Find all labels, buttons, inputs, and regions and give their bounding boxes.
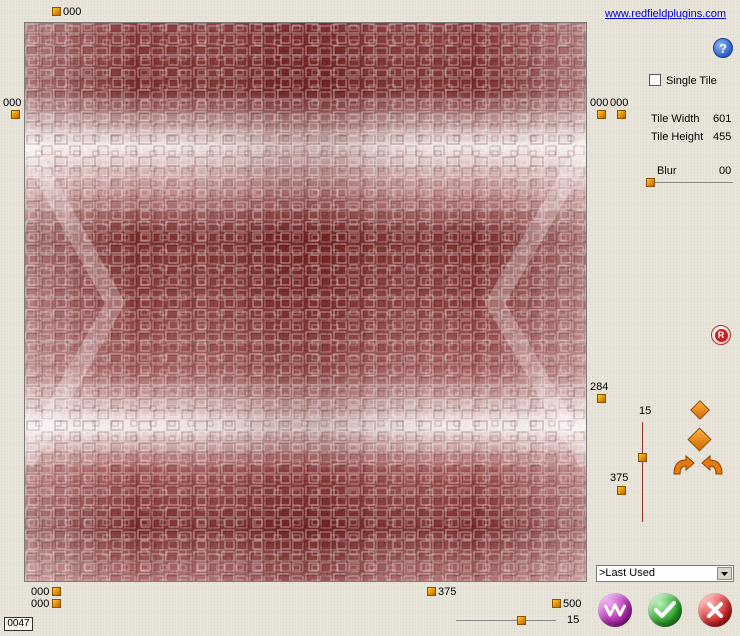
tile-height-label: Tile Height [651,131,704,143]
bottom-left-label-2: 000 [31,598,50,610]
right-offset-handle-2[interactable] [617,110,626,119]
bottom-right-label: 500 [563,598,582,610]
right-offset-label-1: 000 [590,97,609,109]
bottom-mid-handle[interactable] [427,587,436,596]
reset-button[interactable]: R [711,325,731,345]
question-icon: ? [719,40,727,56]
bottom-left-handle-2[interactable] [52,599,61,608]
ok-button[interactable] [648,593,682,627]
vertical-slider-track[interactable] [642,422,643,522]
left-offset-label: 000 [3,97,22,109]
right-mid-label: 284 [590,381,609,393]
redfield-link[interactable]: www.redfieldplugins.com [605,8,726,20]
bottom-slider-track[interactable] [456,620,556,621]
tile-width-value: 601 [713,113,732,125]
chevron-down-icon[interactable] [717,567,732,580]
single-tile-label: Single Tile [666,75,717,87]
bottom-slider-thumb[interactable] [517,616,526,625]
counter-display: 0047 [4,617,33,631]
left-offset-handle[interactable] [11,110,20,119]
dice-small-icon[interactable] [690,400,710,420]
vertical-slider-top-label: 15 [639,405,652,417]
right-mid-handle[interactable] [597,394,606,403]
preset-dropdown[interactable]: >Last Used [596,565,734,582]
close-icon [707,602,723,618]
right-offset-label-2: 000 [610,97,629,109]
plugin-menu-button[interactable] [598,593,632,627]
checkmark-icon [654,601,676,618]
help-button[interactable]: ? [713,38,733,58]
blur-label: Blur [657,165,677,177]
bottom-left-label-1: 000 [31,586,50,598]
zigzag-icon [604,603,626,617]
top-offset-label: 000 [63,6,82,18]
top-offset-handle[interactable] [52,7,61,16]
preset-selected: >Last Used [599,567,655,579]
vertical-slider-thumb[interactable] [638,453,647,462]
blur-slider-track[interactable] [648,182,733,183]
single-tile-checkbox[interactable] [649,74,661,86]
texture-preview [25,23,586,581]
tile-height-value: 455 [713,131,732,143]
rotate-arrows-icon[interactable] [670,454,726,476]
cancel-button[interactable] [698,593,732,627]
bottom-right-handle[interactable] [552,599,561,608]
preview-canvas[interactable] [24,22,587,582]
right-offset-handle-1[interactable] [597,110,606,119]
reset-r-icon: R [714,328,728,342]
vertical-slider-left-handle[interactable] [617,486,626,495]
blur-value: 00 [719,165,732,177]
tile-width-label: Tile Width [651,113,700,125]
dice-large-icon[interactable] [687,427,712,452]
bottom-slider-value: 15 [567,614,580,626]
bottom-mid-label: 375 [438,586,457,598]
blur-slider-thumb[interactable] [646,178,655,187]
bottom-left-handle-1[interactable] [52,587,61,596]
vertical-slider-left-label: 375 [610,472,629,484]
